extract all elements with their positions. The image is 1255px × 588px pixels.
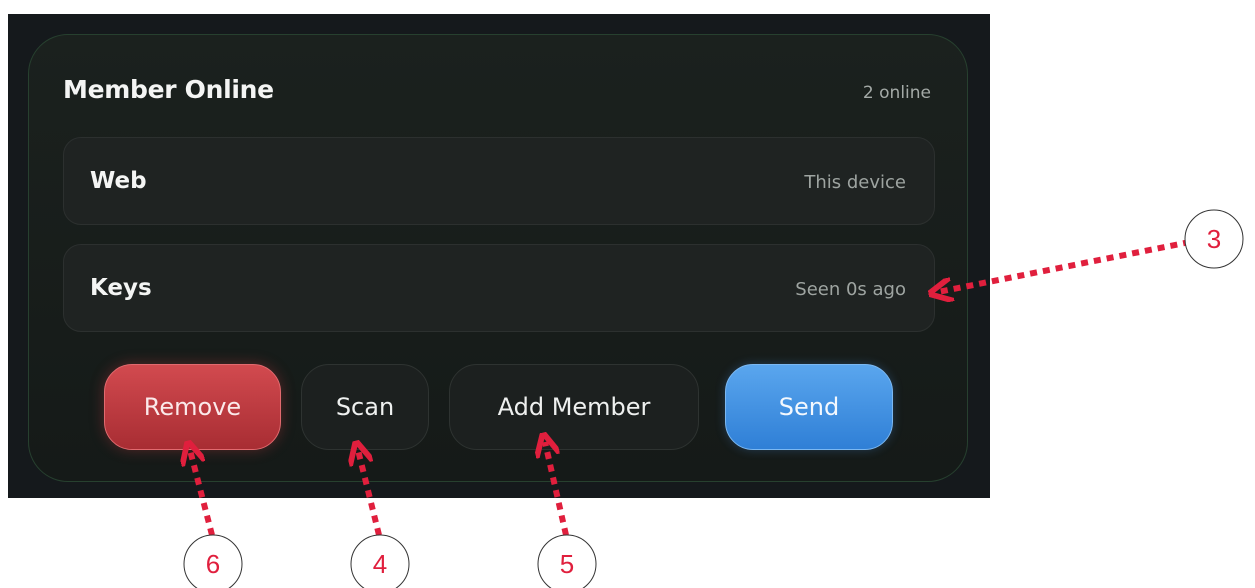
send-button[interactable]: Send bbox=[725, 364, 893, 450]
callout-circle bbox=[537, 534, 597, 588]
callout-number: 6 bbox=[206, 549, 220, 579]
device-row-web[interactable]: Web This device bbox=[63, 137, 935, 225]
callout-number: 4 bbox=[373, 549, 387, 579]
online-count: 2 online bbox=[862, 83, 931, 103]
add-member-button[interactable]: Add Member bbox=[449, 364, 699, 450]
callout-circle bbox=[350, 534, 410, 588]
remove-button[interactable]: Remove bbox=[104, 364, 281, 450]
member-online-panel: Member Online 2 online Web This device K… bbox=[28, 34, 968, 482]
panel-title: Member Online bbox=[63, 75, 274, 104]
callout-circle bbox=[1184, 209, 1244, 269]
callout-number: 3 bbox=[1207, 224, 1221, 254]
annotated-screenshot: Member Online 2 online Web This device K… bbox=[0, 0, 1255, 588]
device-name: Keys bbox=[90, 275, 152, 301]
device-row-keys[interactable]: Keys Seen 0s ago bbox=[63, 244, 935, 332]
device-name: Web bbox=[90, 168, 147, 194]
callout-number: 5 bbox=[560, 549, 574, 579]
device-status: Seen 0s ago bbox=[795, 279, 906, 300]
scan-button[interactable]: Scan bbox=[301, 364, 429, 450]
device-status: This device bbox=[804, 172, 906, 193]
app-screenshot: Member Online 2 online Web This device K… bbox=[8, 14, 990, 498]
callout-circle bbox=[183, 534, 243, 588]
